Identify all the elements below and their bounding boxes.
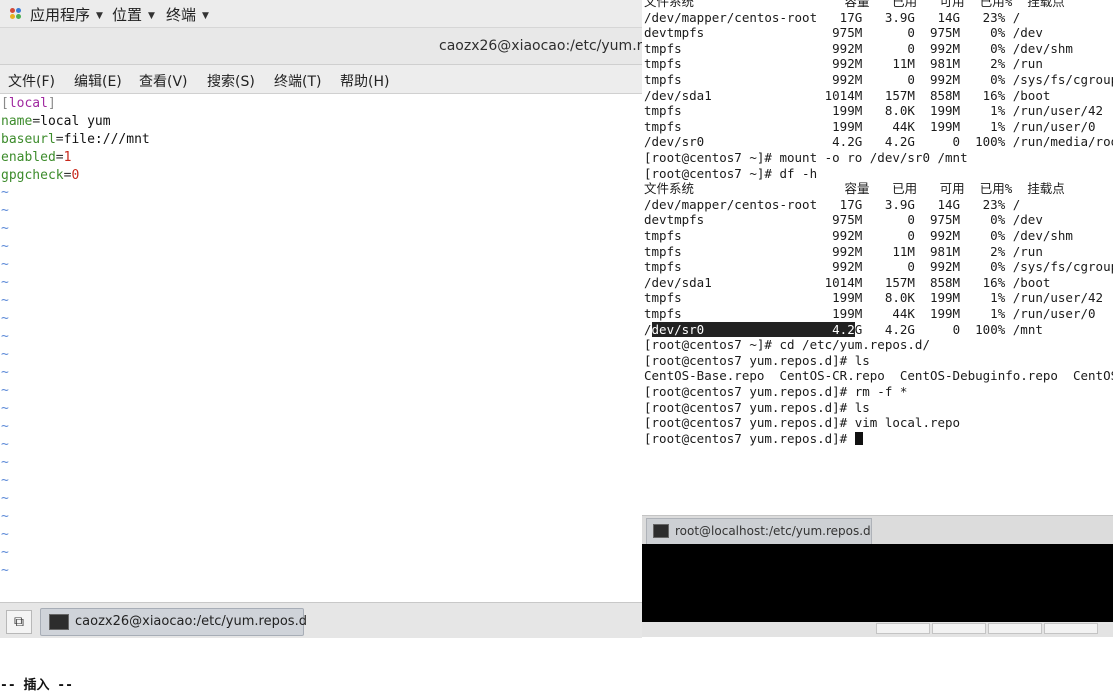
terminal-line: /dev/sda1 1014M 157M 858M 16% /boot (644, 87, 1051, 103)
terminal-line: [root@centos7 ~]# df -h (644, 165, 818, 181)
vim-empty-line-marker: ~ (1, 383, 9, 398)
editor-line: baseurl=file:///mnt (1, 132, 150, 147)
vim-empty-line-marker: ~ (1, 203, 9, 218)
menu-edit[interactable]: 编辑(E) (74, 71, 122, 91)
terminal-line: tmpfs 199M 8.0K 199M 1% /run/user/42 (644, 290, 1104, 306)
terminal-app-menu[interactable]: 终端 ▼ (166, 4, 209, 25)
editor-line: gpgcheck=0 (1, 168, 80, 183)
terminal-line: devtmpfs 975M 0 975M 0% /dev (644, 212, 1043, 228)
editor-line: name=local yum (1, 114, 111, 129)
chevron-down-icon: ▼ (202, 10, 209, 21)
vim-empty-line-marker: ~ (1, 293, 9, 308)
terminal-line: tmpfs 992M 11M 981M 2% /run (644, 243, 1043, 259)
terminal-line: tmpfs 199M 8.0K 199M 1% /run/user/42 (644, 103, 1104, 119)
workspace-1[interactable] (876, 623, 930, 634)
terminal-cursor (854, 431, 863, 445)
vim-empty-line-marker: ~ (1, 257, 9, 272)
vim-empty-line-marker: ~ (1, 455, 9, 470)
terminal-line: [root@centos7 yum.repos.d]# rm -f * (644, 384, 908, 399)
vim-empty-line-marker: ~ (1, 221, 9, 236)
terminal-line: CentOS-Base.repo CentOS-CR.repo CentOS-D… (644, 368, 1113, 384)
terminal-line: [root@centos7 ~]# mount -o ro /dev/sr0 /… (644, 150, 968, 165)
vim-empty-line-marker: ~ (1, 401, 9, 416)
terminal-line: [root@centos7 yum.repos.d]# vim local.re… (644, 415, 961, 431)
terminal-line: tmpfs 992M 0 992M 0% /dev/shm (644, 228, 1073, 243)
vim-empty-line-marker: ~ (1, 347, 9, 362)
editor-line: enabled=1 (1, 150, 72, 165)
terminal-line: [root@centos7 yum.repos.d]# ls (644, 399, 870, 415)
vim-empty-line-marker: ~ (1, 365, 9, 380)
vim-empty-line-marker: ~ (1, 185, 9, 200)
terminal-line: 文件系统 容量 已用 可用 已用% 挂载点 (644, 0, 1065, 9)
taskbar-window-label: caozx26@xiaocao:/etc/yum.repos.d (75, 614, 307, 629)
menu-file[interactable]: 文件(F) (8, 71, 55, 91)
terminal-line: devtmpfs 975M 0 975M 0% /dev (644, 25, 1043, 41)
terminal-line: tmpfs 992M 0 992M 0% /sys/fs/cgroup (644, 72, 1113, 87)
terminal-line: /dev/mapper/centos-root 17G 3.9G 14G 23%… (644, 9, 1021, 25)
terminal-icon (653, 524, 669, 538)
vim-empty-line-marker: ~ (1, 275, 9, 290)
vim-empty-line-marker: ~ (1, 563, 9, 578)
terminal-line: tmpfs 199M 44K 199M 1% /run/user/0 (644, 306, 1096, 321)
terminal-line-selected: /dev/sr0 4.2G 4.2G 0 100% /mnt (644, 321, 1043, 337)
vim-empty-line-marker: ~ (1, 419, 9, 434)
menu-search[interactable]: 搜索(S) (207, 71, 255, 91)
editor-line: [local] (1, 96, 56, 111)
menu-view[interactable]: 查看(V) (139, 71, 188, 91)
vim-empty-line-marker: ~ (1, 473, 9, 488)
terminal-line: /dev/sr0 4.2G 4.2G 0 100% /run/media/roo… (644, 134, 1113, 150)
terminal-line: 文件系统 容量 已用 可用 已用% 挂载点 (644, 181, 1065, 197)
workspace-strip (642, 622, 1113, 637)
terminal-line: tmpfs 992M 0 992M 0% /sys/fs/cgroup (644, 259, 1113, 275)
vim-empty-line-marker: ~ (1, 545, 9, 560)
vim-editor[interactable]: [local] name=local yum baseurl=file:///m… (0, 94, 642, 693)
vim-empty-line-marker: ~ (1, 239, 9, 254)
menubar: 文件(F) 编辑(E) 查看(V) 搜索(S) 终端(T) 帮助(H) (0, 65, 642, 94)
applications-icon[interactable] (10, 8, 22, 20)
terminal-line: [root@centos7 yum.repos.d]# ls (644, 352, 870, 368)
applications-menu[interactable]: 应用程序 ▼ (30, 4, 103, 25)
terminal-icon (49, 614, 69, 630)
places-menu[interactable]: 位置 ▼ (112, 4, 155, 25)
terminal-black-pane (642, 544, 1113, 622)
top-panel: 应用程序 ▼ 位置 ▼ 终端 ▼ (0, 0, 642, 28)
chevron-down-icon: ▼ (96, 10, 103, 21)
terminal-tab-label: root@localhost:/etc/yum.repos.d (675, 524, 871, 538)
vim-empty-line-marker: ~ (1, 491, 9, 506)
terminal-line: tmpfs 199M 44K 199M 1% /run/user/0 (644, 118, 1096, 134)
terminal-line: [root@centos7 ~]# cd /etc/yum.repos.d/ (644, 337, 930, 353)
window-title: caozx26@xiaocao:/etc/yum.rep (439, 38, 660, 54)
vim-empty-line-marker: ~ (1, 329, 9, 344)
show-desktop-button[interactable]: ⧉ (6, 610, 32, 634)
window-titlebar[interactable]: caozx26@xiaocao:/etc/yum.rep (0, 28, 660, 65)
terminal-line: tmpfs 992M 11M 981M 2% /run (644, 56, 1043, 72)
taskbar-window-button[interactable]: caozx26@xiaocao:/etc/yum.repos.d (40, 608, 307, 636)
menu-help[interactable]: 帮助(H) (340, 71, 389, 91)
terminal-line: /dev/mapper/centos-root 17G 3.9G 14G 23%… (644, 196, 1021, 212)
terminal-line: /dev/sda1 1014M 157M 858M 16% /boot (644, 274, 1051, 290)
terminal-line: tmpfs 992M 0 992M 0% /dev/shm (644, 40, 1073, 56)
vim-empty-line-marker: ~ (1, 311, 9, 326)
menu-terminal[interactable]: 终端(T) (274, 71, 321, 91)
terminal-tabbar: root@localhost:/etc/yum.repos.d (642, 515, 1113, 545)
vim-mode-indicator: -- 插入 -- (0, 678, 73, 693)
workspace-3[interactable] (988, 623, 1042, 634)
workspace-4[interactable] (1044, 623, 1098, 634)
vim-empty-line-marker: ~ (1, 437, 9, 452)
terminal-prompt[interactable]: [root@centos7 yum.repos.d]# (644, 431, 863, 447)
taskbar: ⧉ caozx26@xiaocao:/etc/yum.repos.d (0, 602, 642, 638)
chevron-down-icon: ▼ (148, 10, 155, 21)
vim-empty-line-marker: ~ (1, 509, 9, 524)
terminal-output[interactable]: 文件系统 容量 已用 可用 已用% 挂载点/dev/mapper/centos-… (642, 0, 1113, 515)
vim-empty-line-marker: ~ (1, 527, 9, 542)
terminal-tab[interactable]: root@localhost:/etc/yum.repos.d (646, 518, 872, 545)
workspace-2[interactable] (932, 623, 986, 634)
